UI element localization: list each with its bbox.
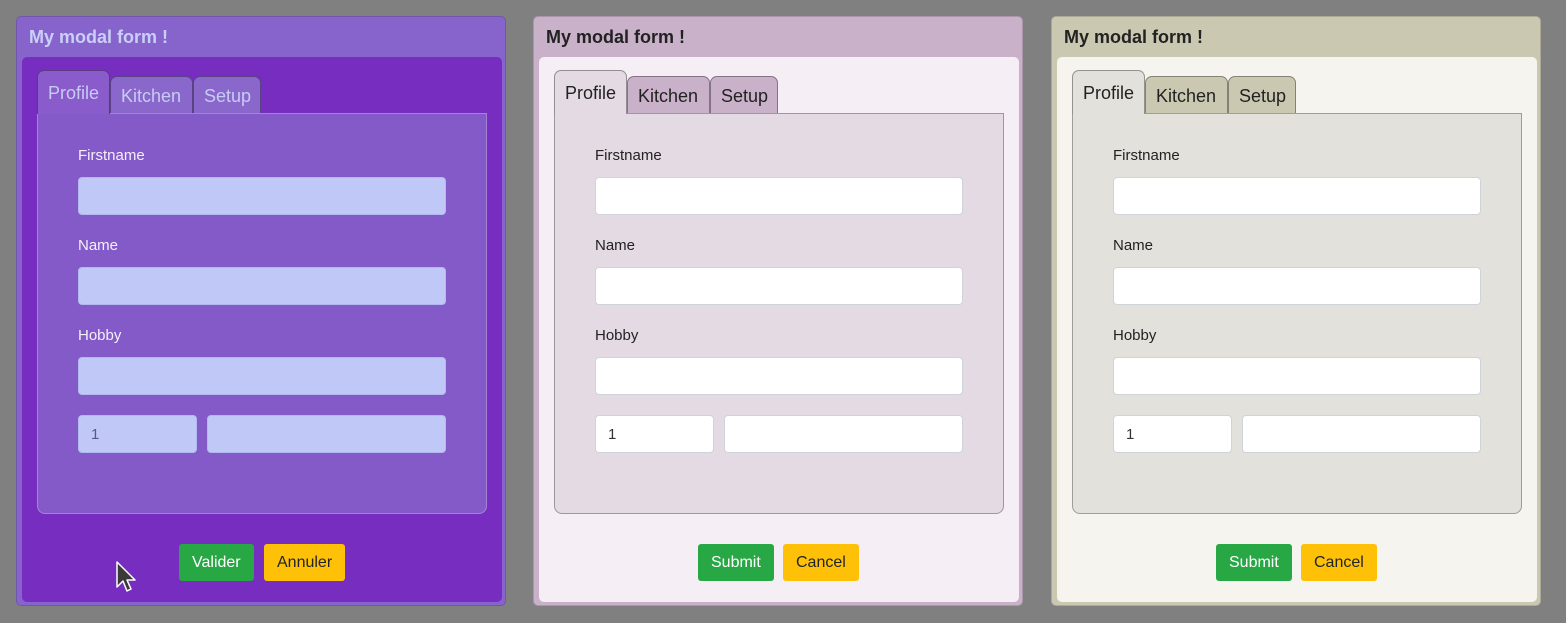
modal-khaki: My modal form ! Profile Kitchen Setup Fi… (1051, 16, 1541, 606)
tab-kitchen[interactable]: Kitchen (110, 76, 193, 114)
modal-title: My modal form ! (29, 27, 169, 47)
name-input[interactable] (1113, 267, 1481, 305)
hobby-input[interactable] (1113, 357, 1481, 395)
firstname-input[interactable] (595, 177, 963, 215)
hobby-input[interactable] (595, 357, 963, 395)
firstname-input[interactable] (1113, 177, 1481, 215)
modal-title: My modal form ! (1064, 27, 1204, 47)
submit-button[interactable]: Submit (698, 544, 774, 581)
tab-profile[interactable]: Profile (1072, 70, 1145, 114)
tab-panel-profile: Firstname Name Hobby (1072, 113, 1522, 514)
number-input[interactable] (1113, 415, 1232, 453)
name-label: Name (595, 237, 636, 254)
modal-body: Profile Kitchen Setup Firstname Name Hob… (22, 57, 502, 602)
tab-setup[interactable]: Setup (710, 76, 778, 114)
tab-setup[interactable]: Setup (1228, 76, 1296, 114)
firstname-label: Firstname (595, 147, 662, 164)
cancel-button[interactable]: Annuler (264, 544, 346, 581)
extra-input[interactable] (1242, 415, 1481, 453)
tab-profile[interactable]: Profile (554, 70, 627, 114)
extra-input[interactable] (207, 415, 446, 453)
hobby-input[interactable] (78, 357, 446, 395)
number-input[interactable] (595, 415, 714, 453)
firstname-label: Firstname (78, 147, 145, 164)
number-input[interactable] (78, 415, 197, 453)
hobby-label: Hobby (1113, 327, 1157, 344)
firstname-label: Firstname (1113, 147, 1180, 164)
name-input[interactable] (78, 267, 446, 305)
modal-pink: My modal form ! Profile Kitchen Setup Fi… (533, 16, 1023, 606)
hobby-label: Hobby (595, 327, 639, 344)
submit-button[interactable]: Valider (179, 544, 254, 581)
name-label: Name (1113, 237, 1154, 254)
name-input[interactable] (595, 267, 963, 305)
cancel-button[interactable]: Cancel (1301, 544, 1377, 581)
modal-body: Profile Kitchen Setup Firstname Name Hob… (1057, 57, 1537, 602)
firstname-input[interactable] (78, 177, 446, 215)
tab-setup[interactable]: Setup (193, 76, 261, 114)
extra-input[interactable] (724, 415, 963, 453)
modal-body: Profile Kitchen Setup Firstname Name Hob… (539, 57, 1019, 602)
tab-panel-profile: Firstname Name Hobby (554, 113, 1004, 514)
modal-title: My modal form ! (546, 27, 686, 47)
tab-profile[interactable]: Profile (37, 70, 110, 114)
cancel-button[interactable]: Cancel (783, 544, 859, 581)
name-label: Name (78, 237, 119, 254)
hobby-label: Hobby (78, 327, 122, 344)
tab-kitchen[interactable]: Kitchen (1145, 76, 1228, 114)
tab-kitchen[interactable]: Kitchen (627, 76, 710, 114)
tab-panel-profile: Firstname Name Hobby (37, 113, 487, 514)
modal-purple: My modal form ! Profile Kitchen Setup Fi… (16, 16, 506, 606)
mouse-pointer-icon (116, 561, 136, 592)
submit-button[interactable]: Submit (1216, 544, 1292, 581)
